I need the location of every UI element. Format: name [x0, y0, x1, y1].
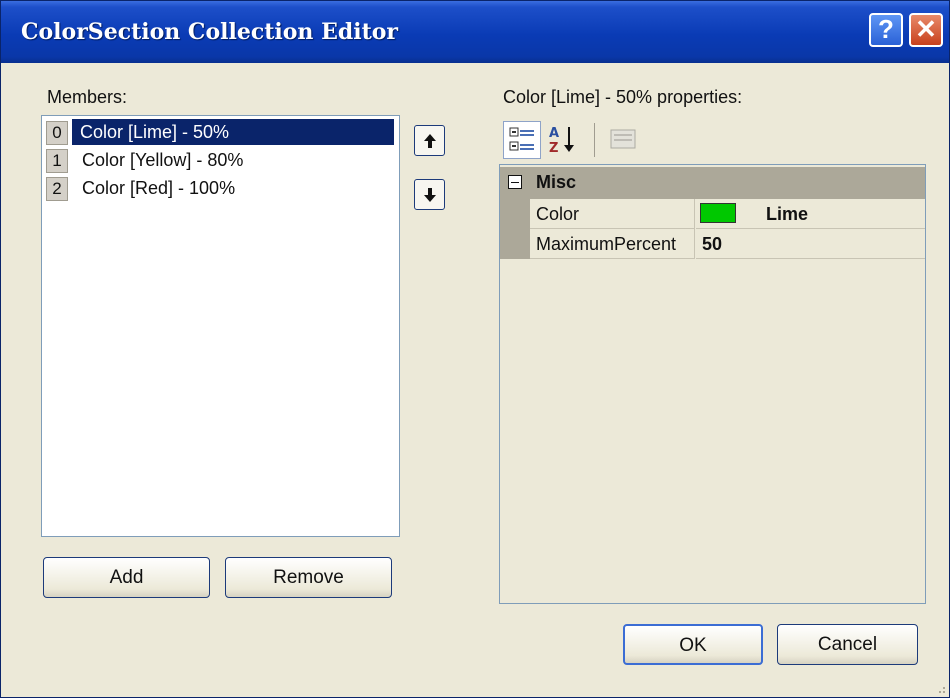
property-row-color[interactable]: Color Lime: [500, 199, 925, 229]
cancel-button[interactable]: Cancel: [777, 624, 918, 665]
member-item-1[interactable]: 1 Color [Yellow] - 80%: [46, 147, 396, 173]
alphabetical-icon: A Z: [549, 126, 574, 156]
alphabetical-button[interactable]: A Z: [545, 121, 583, 159]
member-label: Color [Red] - 100%: [82, 178, 236, 198]
row-gutter: [500, 229, 530, 259]
close-button[interactable]: ✕: [909, 13, 943, 47]
svg-text:Z: Z: [549, 141, 558, 156]
category-row[interactable]: Misc: [500, 167, 925, 199]
title-bar[interactable]: ColorSection Collection Editor ? ✕: [1, 1, 949, 63]
property-value[interactable]: Lime: [696, 199, 925, 229]
arrow-down-icon: [424, 188, 436, 202]
help-icon: ?: [878, 14, 894, 44]
collapse-icon[interactable]: [508, 175, 522, 189]
property-row-maximumpercent[interactable]: MaximumPercent 50: [500, 229, 925, 259]
properties-label: Color [Lime] - 50% properties:: [503, 87, 743, 107]
property-name: Color: [530, 199, 695, 229]
members-label: Members:: [47, 87, 128, 107]
help-button[interactable]: ?: [869, 13, 903, 47]
property-pages-icon: [610, 129, 636, 149]
member-label: Color [Yellow] - 80%: [82, 150, 244, 170]
member-index: 2: [46, 177, 68, 201]
property-name: MaximumPercent: [530, 229, 695, 259]
member-index: 0: [46, 121, 68, 145]
arrow-up-icon: [424, 134, 436, 148]
move-up-button[interactable]: [414, 125, 445, 156]
member-label: Color [Lime] - 50%: [72, 119, 394, 145]
color-swatch: [700, 203, 736, 223]
toolbar-separator: [594, 123, 595, 157]
remove-button[interactable]: Remove: [225, 557, 392, 598]
member-item-0[interactable]: 0 Color [Lime] - 50%: [46, 119, 396, 145]
window-title: ColorSection Collection Editor: [21, 19, 399, 45]
property-grid[interactable]: Misc Color Lime MaximumPercent 50: [499, 164, 926, 604]
close-icon: ✕: [915, 14, 937, 44]
members-list[interactable]: 0 Color [Lime] - 50% 1 Color [Yellow] - …: [41, 115, 400, 537]
add-button[interactable]: Add: [43, 557, 210, 598]
ok-button[interactable]: OK: [623, 624, 763, 665]
collection-editor-dialog: ColorSection Collection Editor ? ✕ Membe…: [0, 0, 950, 698]
resize-grip-icon[interactable]: [931, 679, 947, 695]
svg-text:A: A: [549, 126, 559, 141]
move-down-button[interactable]: [414, 179, 445, 210]
color-value-text: Lime: [766, 204, 809, 224]
categorized-icon: [509, 127, 534, 151]
member-item-2[interactable]: 2 Color [Red] - 100%: [46, 175, 396, 201]
member-index: 1: [46, 149, 68, 173]
property-pages-button[interactable]: [605, 121, 643, 159]
property-grid-toolbar: A Z: [501, 119, 651, 161]
property-value[interactable]: 50: [696, 229, 925, 259]
row-gutter: [500, 199, 530, 229]
categorized-button[interactable]: [503, 121, 541, 159]
category-title: Misc: [536, 172, 577, 192]
